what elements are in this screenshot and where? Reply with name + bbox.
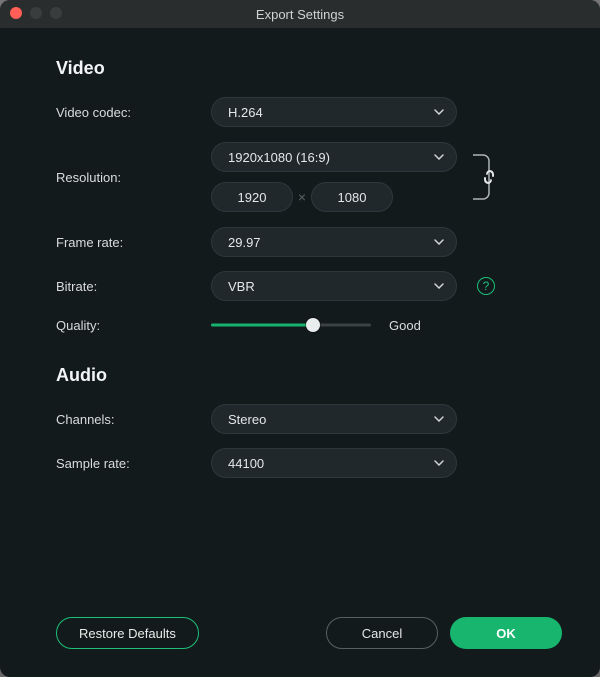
select-resolution-preset[interactable]: 1920x1080 (16:9) xyxy=(211,142,457,172)
select-value: 44100 xyxy=(228,456,264,471)
chevron-down-icon xyxy=(434,283,444,289)
input-value: 1920 xyxy=(238,190,267,205)
button-label: OK xyxy=(496,626,516,641)
input-value: 1080 xyxy=(338,190,367,205)
button-label: Restore Defaults xyxy=(79,626,176,641)
select-value: H.264 xyxy=(228,105,263,120)
select-value: 1920x1080 (16:9) xyxy=(228,150,330,165)
titlebar: Export Settings xyxy=(0,0,600,28)
select-value: Stereo xyxy=(228,412,266,427)
input-resolution-height[interactable]: 1080 xyxy=(311,182,393,212)
minimize-window-button[interactable] xyxy=(30,7,42,19)
select-sample-rate[interactable]: 44100 xyxy=(211,448,457,478)
label-bitrate: Bitrate: xyxy=(56,279,211,294)
ok-button[interactable]: OK xyxy=(450,617,562,649)
select-frame-rate[interactable]: 29.97 xyxy=(211,227,457,257)
input-resolution-width[interactable]: 1920 xyxy=(211,182,293,212)
row-video-codec: Video codec: H.264 xyxy=(56,97,562,127)
multiply-icon: × xyxy=(293,189,311,205)
select-bitrate[interactable]: VBR xyxy=(211,271,457,301)
label-video-codec: Video codec: xyxy=(56,105,211,120)
select-channels[interactable]: Stereo xyxy=(211,404,457,434)
row-resolution: Resolution: 1920x1080 (16:9) 1920 × xyxy=(56,141,562,213)
row-sample-rate: Sample rate: 44100 xyxy=(56,448,562,478)
label-quality: Quality: xyxy=(56,318,211,333)
label-sample-rate: Sample rate: xyxy=(56,456,211,471)
section-heading-audio: Audio xyxy=(56,365,562,386)
export-settings-window: Export Settings Video Video codec: H.264… xyxy=(0,0,600,677)
row-bitrate: Bitrate: VBR ? xyxy=(56,271,562,301)
maximize-window-button[interactable] xyxy=(50,7,62,19)
select-video-codec[interactable]: H.264 xyxy=(211,97,457,127)
button-label: Cancel xyxy=(362,626,402,641)
chevron-down-icon xyxy=(434,109,444,115)
label-frame-rate: Frame rate: xyxy=(56,235,211,250)
chevron-down-icon xyxy=(434,460,444,466)
label-resolution: Resolution: xyxy=(56,170,211,185)
slider-fill xyxy=(211,324,313,327)
chevron-down-icon xyxy=(434,416,444,422)
label-channels: Channels: xyxy=(56,412,211,427)
window-title: Export Settings xyxy=(0,7,600,22)
row-quality: Quality: Good xyxy=(56,315,562,335)
row-channels: Channels: Stereo xyxy=(56,404,562,434)
dialog-footer: Restore Defaults Cancel OK xyxy=(0,599,600,677)
row-frame-rate: Frame rate: 29.97 xyxy=(56,227,562,257)
restore-defaults-button[interactable]: Restore Defaults xyxy=(56,617,199,649)
section-heading-video: Video xyxy=(56,58,562,79)
dialog-body: Video Video codec: H.264 Resolution: 192… xyxy=(0,28,600,599)
chevron-down-icon xyxy=(434,154,444,160)
slider-thumb[interactable] xyxy=(306,318,320,332)
help-glyph: ? xyxy=(483,279,490,293)
link-dimensions-icon[interactable] xyxy=(469,141,499,213)
chevron-down-icon xyxy=(434,239,444,245)
close-window-button[interactable] xyxy=(10,7,22,19)
help-icon[interactable]: ? xyxy=(477,277,495,295)
cancel-button[interactable]: Cancel xyxy=(326,617,438,649)
select-value: 29.97 xyxy=(228,235,261,250)
quality-slider[interactable] xyxy=(211,315,371,335)
window-controls xyxy=(10,7,62,19)
quality-readout: Good xyxy=(389,318,421,333)
select-value: VBR xyxy=(228,279,255,294)
